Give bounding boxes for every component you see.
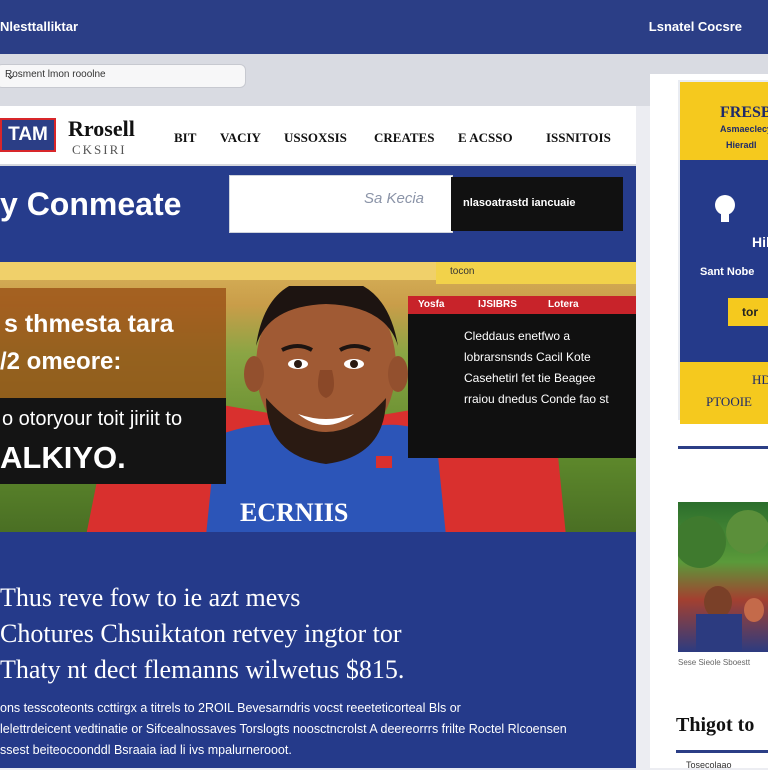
nav-item[interactable]: E ACSSO bbox=[458, 130, 513, 146]
divider bbox=[678, 446, 768, 449]
section-title: y Conmeate bbox=[0, 186, 182, 222]
promo-box[interactable]: nlasoatrastd iancuaie bbox=[451, 177, 623, 231]
headline-line: Chotures Chsuiktaton retvey ingtor tor bbox=[0, 619, 402, 648]
top-bar: Nlesttalliktar Lsnatel Cocsre bbox=[0, 0, 768, 54]
hero-top-strip-text: tocon bbox=[450, 266, 475, 277]
hero-overlay-right: Yosfa IJSIBRS Lotera Cleddaus enetfwo a … bbox=[408, 296, 636, 458]
article-headline[interactable]: Thus reve fow to ie azt mevs Chotures Ch… bbox=[0, 580, 636, 688]
brand-name[interactable]: Nlesttalliktar bbox=[0, 19, 78, 34]
sidebar-subtext: Tosecolaao bbox=[686, 760, 732, 770]
hero-line-4: ALKIYO. bbox=[0, 440, 126, 475]
hero-tab-bar: Yosfa IJSIBRS Lotera bbox=[408, 296, 636, 314]
jersey-text: ECRNIIS bbox=[240, 498, 349, 527]
account-link[interactable]: Lsnatel Cocsre bbox=[649, 19, 742, 34]
nav-item[interactable]: USSOXSIS bbox=[284, 130, 347, 146]
hero-line-1: s thmesta tara bbox=[4, 310, 174, 338]
chevron-down-icon[interactable]: ⌄ bbox=[5, 67, 237, 83]
hero-top-strip: tocon bbox=[436, 262, 636, 284]
search-box-text: Sa Kecia bbox=[363, 190, 424, 207]
divider bbox=[676, 750, 768, 753]
site-header: TAM Rrosell CKSIRI BIT VACIY USSOXSIS CR… bbox=[0, 106, 636, 166]
nav-item[interactable]: BIT bbox=[174, 130, 196, 146]
section-banner: y Conmeate Sa Kecia nlasoatrastd iancuai… bbox=[0, 166, 636, 262]
hero-line-2: /2 omeore: bbox=[0, 348, 122, 375]
hero-line-3: o otoryour toit jiriit to bbox=[2, 408, 183, 430]
hero-tab[interactable]: Lotera bbox=[548, 299, 579, 310]
promo-box-text: nlasoatrastd iancuaie bbox=[463, 197, 576, 209]
nav-item[interactable]: VACIY bbox=[220, 130, 261, 146]
ad-note: Sant Nobe bbox=[700, 266, 755, 278]
ad-subtitle: Asmaeclecyo bbox=[720, 124, 768, 134]
body-line: ssest beiteocoonddl Bsraaia iad li ivs m… bbox=[0, 743, 292, 757]
ad-heading: Hil bbox=[752, 234, 768, 250]
sidebar-photo[interactable] bbox=[678, 502, 768, 652]
ad-footer: HD PTOOIE bbox=[680, 362, 768, 424]
ad-button[interactable]: tor bbox=[728, 298, 768, 326]
crowd-image bbox=[678, 510, 768, 652]
right-sidebar: FRESB Asmaeclecyo Hieradl Hil Sant Nobe … bbox=[650, 74, 768, 770]
ad-header: FRESB Asmaeclecyo Hieradl bbox=[680, 82, 768, 160]
article-body: ons tesscoteonts ccttirgx a titrels to 2… bbox=[0, 698, 636, 761]
hero-overlay-text: Cleddaus enetfwo a lobrarsnsnds Cacil Ko… bbox=[464, 329, 609, 406]
site-logo-title: Rrosell bbox=[68, 116, 135, 141]
site-logo-subtitle: CKSIRI bbox=[72, 142, 127, 157]
ad-footer-line: PTOOIE bbox=[706, 394, 752, 409]
ad-title: FRESB bbox=[720, 104, 768, 121]
sidebar-heading[interactable]: Thigot to bbox=[676, 714, 754, 737]
main-content: TAM Rrosell CKSIRI BIT VACIY USSOXSIS CR… bbox=[0, 106, 636, 768]
hero-overlay-left: s thmesta tara /2 omeore: o otoryour toi… bbox=[0, 288, 226, 484]
ad-tagline: Hieradl bbox=[726, 140, 757, 150]
site-logo[interactable]: TAM bbox=[0, 118, 56, 152]
headline-line: Thus reve fow to ie azt mevs bbox=[0, 583, 301, 612]
hero-image[interactable]: s thmesta tara /2 omeore: o otoryour toi… bbox=[0, 262, 636, 532]
headline-line: Thaty nt dect flemanns wilwetus $815. bbox=[0, 655, 405, 684]
hero-tab[interactable]: IJSIBRS bbox=[478, 299, 517, 310]
ad-footer-line: HD bbox=[752, 372, 768, 387]
nav-item[interactable]: ISSNITOIS bbox=[546, 130, 611, 146]
body-line: lelettrdeicent vedtinatie or Sifcealnoss… bbox=[0, 722, 567, 736]
hero-tab[interactable]: Yosfa bbox=[418, 299, 445, 310]
photo-caption: Sese Sieole Sboestt bbox=[678, 658, 751, 667]
filter-select[interactable]: Rosment lmon rooolne ⌄ bbox=[0, 64, 246, 88]
search-box[interactable]: Sa Kecia bbox=[229, 175, 453, 233]
nav-item[interactable]: CREATES bbox=[374, 130, 434, 146]
sidebar-ad[interactable]: FRESB Asmaeclecyo Hieradl Hil Sant Nobe … bbox=[678, 80, 768, 424]
lightbulb-icon bbox=[715, 195, 735, 222]
hero-overlay-band: o otoryour toit jiriit to ALKIYO. bbox=[0, 398, 226, 484]
body-line: ons tesscoteonts ccttirgx a titrels to 2… bbox=[0, 701, 461, 715]
